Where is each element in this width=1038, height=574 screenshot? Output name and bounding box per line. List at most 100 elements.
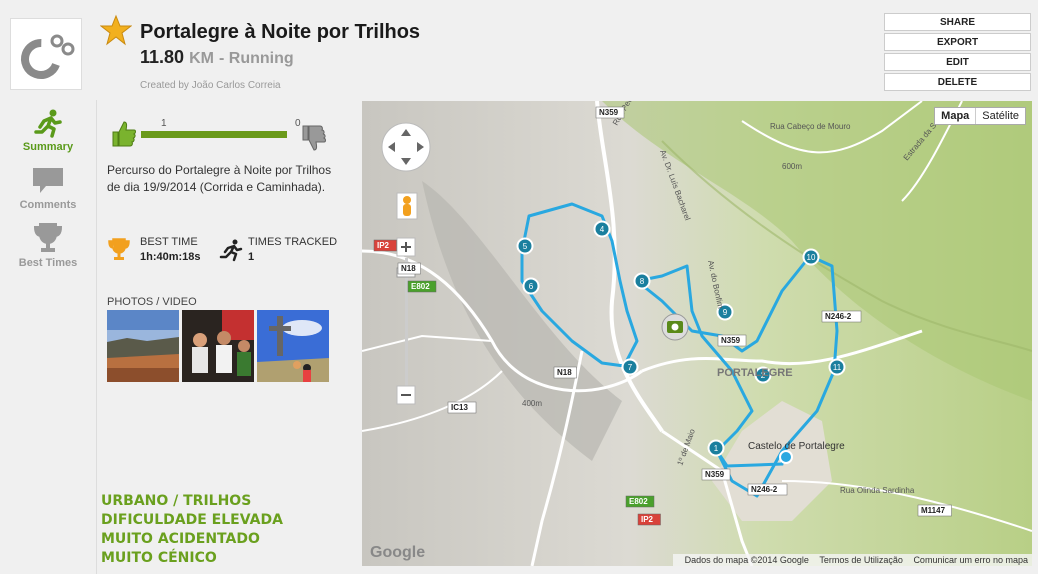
waypoint-number: 8 xyxy=(640,277,645,286)
summary-panel: 1 0 Percurso do Portalegre à Noite por T… xyxy=(97,100,362,574)
best-time-value: 1h:40m:18s xyxy=(140,251,201,263)
nav-comments-label: Comments xyxy=(19,199,77,211)
times-tracked-label: TIMES TRACKED xyxy=(248,236,338,248)
favorite-star-icon[interactable] xyxy=(100,14,132,46)
report-error-link[interactable]: Comunicar um erro no mapa xyxy=(913,555,1028,565)
rating-bar: 1 0 xyxy=(111,118,329,152)
svg-text:IC13: IC13 xyxy=(451,403,468,412)
activity-description: Percurso do Portalegre à Noite por Trilh… xyxy=(107,163,332,194)
svg-text:IP2: IP2 xyxy=(377,241,390,250)
activity-header: Portalegre à Noite por Trilhos 11.80 KM … xyxy=(0,0,1038,100)
trophy-icon xyxy=(33,223,63,252)
tag-item: DIFICULDADE ELEVADA xyxy=(101,512,283,528)
svg-text:N246-2: N246-2 xyxy=(751,485,778,494)
tag-item: MUITO CÉNICO xyxy=(101,550,217,566)
terms-link[interactable]: Termos de Utilização xyxy=(819,555,903,565)
google-logo: Google xyxy=(370,544,426,561)
photo-thumbnail[interactable] xyxy=(107,310,179,382)
street-label: Rua Cabeço de Mouro xyxy=(770,122,851,131)
svg-text:N359: N359 xyxy=(599,108,619,117)
map-data-credit: Dados do mapa ©2014 Google xyxy=(684,555,809,565)
road-number-label: E802 xyxy=(625,495,655,508)
edit-button[interactable]: EDIT xyxy=(884,53,1031,71)
action-buttons: SHARE EXPORT EDIT DELETE xyxy=(884,13,1031,93)
map-canvas[interactable]: 124567891011 Rua Cabeço de Mouro Estrada… xyxy=(362,101,1032,566)
comment-icon xyxy=(33,168,63,193)
trophy-small-icon xyxy=(108,238,130,260)
waypoint-number: 4 xyxy=(600,225,605,234)
route-waypoint-marker[interactable]: 1 xyxy=(707,439,725,457)
map-type-satellite[interactable]: Satélite xyxy=(975,108,1025,124)
dislike-count: 0 xyxy=(295,118,301,129)
zoom-out-button[interactable] xyxy=(396,385,416,405)
like-count: 1 xyxy=(161,118,167,129)
photo-thumbnail[interactable] xyxy=(182,310,254,382)
waypoint-number: 10 xyxy=(807,253,816,262)
created-by: Created by João Carlos Correia xyxy=(140,80,281,91)
svg-text:N18: N18 xyxy=(557,368,572,377)
runner-small-icon xyxy=(219,239,243,262)
route-waypoint-marker[interactable]: 7 xyxy=(621,358,639,376)
road-number-label: IC13 xyxy=(447,401,477,414)
waypoint-number: 11 xyxy=(833,363,842,372)
svg-text:N359: N359 xyxy=(721,336,741,345)
nav-summary[interactable]: Summary xyxy=(0,108,96,153)
route-waypoint-marker[interactable]: 11 xyxy=(828,358,846,376)
svg-text:M1147: M1147 xyxy=(921,506,946,515)
times-tracked-stat: TIMES TRACKED 1 xyxy=(219,236,337,263)
thumbs-up-icon[interactable] xyxy=(111,120,137,148)
route-waypoint-marker[interactable]: 6 xyxy=(522,277,540,295)
svg-text:E802: E802 xyxy=(411,282,430,291)
distance-unit: KM xyxy=(189,50,214,67)
svg-text:N359: N359 xyxy=(705,470,725,479)
waypoint-number: 9 xyxy=(723,308,728,317)
thumbs-down-icon[interactable] xyxy=(301,124,327,152)
route-map[interactable]: 1 2 4 5 6 7 8 9 10 11 Rua Cabeço de Mouro Estrada… xyxy=(362,101,1032,566)
route-waypoint-marker[interactable]: 10 xyxy=(802,248,820,266)
svg-text:E802: E802 xyxy=(629,497,648,506)
road-number-label: E802 xyxy=(407,280,437,293)
street-view-pegman[interactable] xyxy=(396,192,418,220)
elevation-label: 400m xyxy=(522,399,542,408)
road-number-label: N246-2 xyxy=(821,310,862,323)
road-number-label: N246-2 xyxy=(747,483,788,496)
runner-icon xyxy=(34,109,62,138)
svg-text:N246-2: N246-2 xyxy=(825,312,852,321)
elevation-label: 600m xyxy=(782,162,802,171)
nav-comments[interactable]: Comments xyxy=(0,166,96,211)
zoom-in-button[interactable] xyxy=(396,237,416,257)
road-number-label: IP2 xyxy=(637,513,661,526)
road-number-label: N359 xyxy=(701,468,731,481)
road-number-label: N359 xyxy=(595,106,625,119)
castle-label: Castelo de Portalegre xyxy=(748,441,845,452)
route-waypoint-marker[interactable]: 5 xyxy=(516,237,534,255)
route-waypoint-marker[interactable]: 4 xyxy=(593,220,611,238)
best-time-stat: BEST TIME 1h:40m:18s xyxy=(107,236,201,263)
svg-text:IP2: IP2 xyxy=(641,515,654,524)
pan-control[interactable] xyxy=(381,122,431,172)
delete-button[interactable]: DELETE xyxy=(884,73,1031,91)
photo-thumbnail[interactable] xyxy=(257,310,329,382)
road-number-label: N18 xyxy=(553,366,577,379)
activity-title: Portalegre à Noite por Trilhos xyxy=(140,21,421,43)
map-type-control: Mapa Satélite xyxy=(934,107,1026,125)
app-logo[interactable] xyxy=(10,18,82,90)
map-type-map[interactable]: Mapa xyxy=(935,108,975,124)
end-point-marker xyxy=(779,450,793,464)
times-tracked-value: 1 xyxy=(248,251,255,263)
street-label: Rua Olinda Sardinha xyxy=(840,486,915,495)
share-button[interactable]: SHARE xyxy=(884,13,1031,31)
road-number-label: M1147 xyxy=(917,504,952,517)
side-navigation: Summary Comments Best Times xyxy=(0,100,96,574)
road-number-label: N18 xyxy=(397,262,421,275)
route-waypoint-marker[interactable]: 8 xyxy=(633,272,651,290)
waypoint-number: 7 xyxy=(628,363,633,372)
svg-text:N18: N18 xyxy=(401,264,416,273)
pegman-icon xyxy=(403,196,411,204)
waypoint-number: 6 xyxy=(529,282,534,291)
export-button[interactable]: EXPORT xyxy=(884,33,1031,51)
nav-best-times[interactable]: Best Times xyxy=(0,222,96,269)
road-number-label: N359 xyxy=(717,334,747,347)
nav-best-times-label: Best Times xyxy=(18,257,78,269)
activity-tags: URBANO / TRILHOS DIFICULDADE ELEVADA MUI… xyxy=(101,492,283,568)
